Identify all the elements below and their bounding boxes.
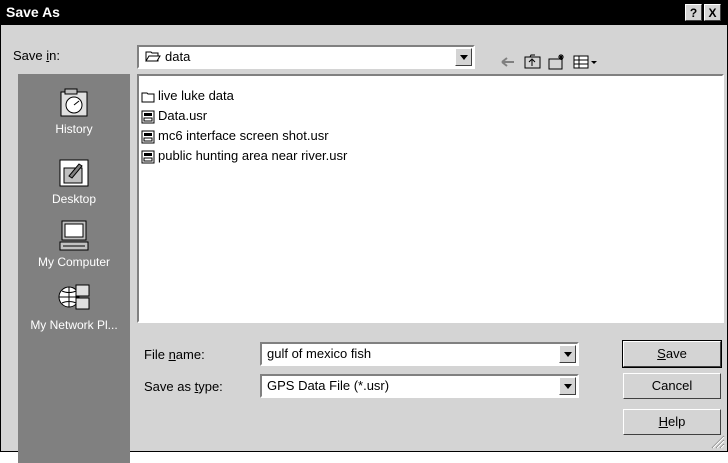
usr-file-icon — [141, 110, 155, 124]
list-item[interactable]: mc6 interface screen shot.usr — [141, 128, 329, 146]
file-name-dropdown-arrow[interactable] — [559, 345, 576, 363]
folder-icon — [141, 92, 155, 103]
my-computer-icon — [59, 220, 89, 251]
network-icon — [58, 284, 90, 310]
save-button[interactable]: Save — [622, 340, 722, 368]
help-title-button[interactable]: ? — [685, 4, 702, 21]
place-my-computer[interactable]: My Computer — [18, 219, 130, 269]
save-as-type-label: Save as type: — [144, 379, 223, 394]
history-icon — [60, 88, 88, 117]
resize-grip-icon[interactable] — [709, 433, 725, 449]
file-list[interactable]: live luke data Data.usr mc6 interface sc… — [137, 74, 724, 323]
save-in-value: data — [145, 49, 190, 64]
open-folder-icon — [145, 51, 161, 62]
up-folder-icon[interactable] — [524, 53, 542, 71]
new-folder-icon[interactable] — [548, 53, 566, 71]
places-bar: History Desktop My Computer My Network P… — [18, 74, 130, 463]
file-name-label: File name: — [144, 347, 205, 362]
place-history[interactable]: History — [18, 86, 130, 136]
title-bar: Save As ? X — [1, 1, 727, 25]
close-button[interactable]: X — [704, 4, 721, 21]
save-as-dialog: Save As ? X Save in: data History Deskto… — [0, 0, 728, 463]
save-as-type-dropdown-arrow[interactable] — [559, 377, 576, 395]
back-arrow-icon[interactable] — [499, 53, 517, 71]
cancel-button[interactable]: Cancel — [623, 373, 721, 399]
save-in-dropdown-arrow[interactable] — [455, 48, 472, 66]
file-name-input[interactable]: gulf of mexico fish — [260, 342, 579, 366]
place-desktop[interactable]: Desktop — [18, 156, 130, 206]
list-item[interactable]: live luke data — [141, 88, 234, 106]
help-button[interactable]: Help — [623, 409, 721, 435]
list-item[interactable]: public hunting area near river.usr — [141, 148, 347, 166]
save-as-type-dropdown[interactable]: GPS Data File (*.usr) — [260, 374, 579, 398]
dialog-title: Save As — [6, 4, 60, 20]
save-in-dropdown[interactable]: data — [137, 45, 475, 69]
view-menu-icon[interactable] — [573, 53, 599, 71]
usr-file-icon — [141, 130, 155, 144]
usr-file-icon — [141, 150, 155, 164]
list-item[interactable]: Data.usr — [141, 108, 207, 126]
save-in-label: Save in: — [13, 48, 60, 63]
place-network[interactable]: My Network Pl... — [18, 282, 130, 332]
desktop-icon — [59, 159, 89, 187]
